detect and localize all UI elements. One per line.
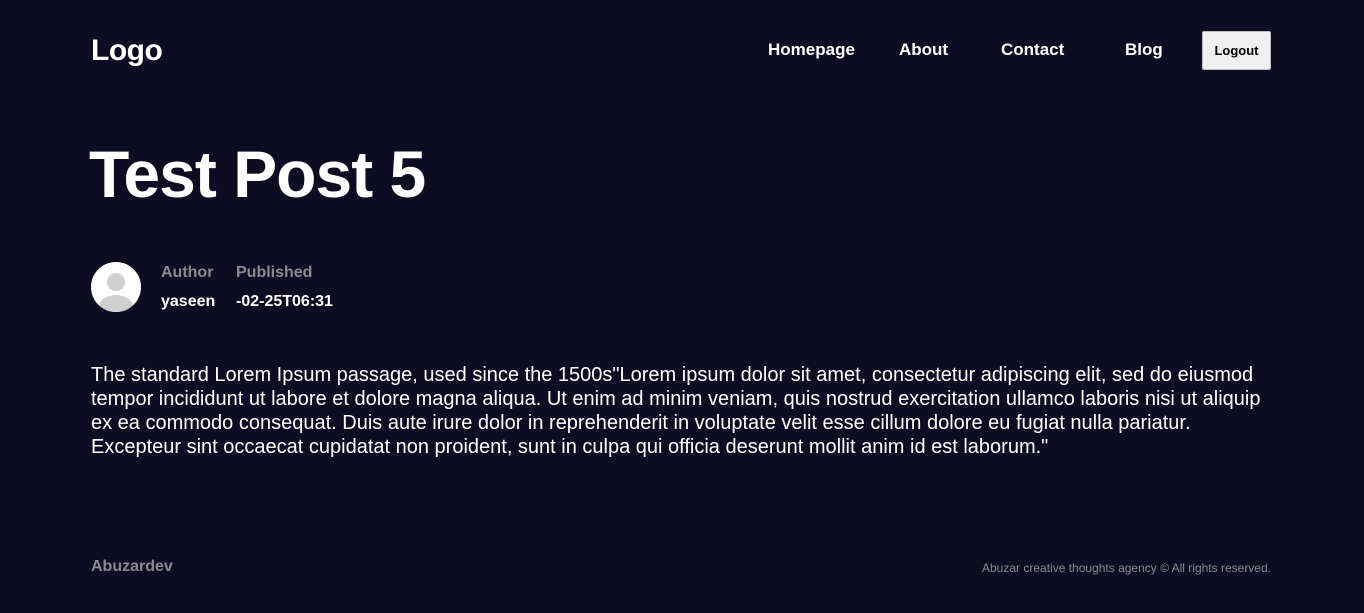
nav-link-contact[interactable]: Contact [1001, 40, 1064, 60]
footer-copyright: Abuzar creative thoughts agency © All ri… [982, 561, 1271, 575]
post-title: Test Post 5 [89, 137, 426, 211]
footer-brand: Abuzardev [91, 558, 173, 575]
logout-button[interactable]: Logout [1202, 31, 1271, 70]
published-label: Published [236, 264, 313, 281]
user-avatar-icon [91, 262, 141, 312]
page: Logo Homepage About Contact Blog Logout … [0, 0, 1364, 613]
published-date: -02-25T06:31 [236, 293, 333, 310]
author-name: yaseen [161, 293, 216, 310]
nav-link-blog[interactable]: Blog [1125, 40, 1163, 60]
author-label: Author [161, 264, 214, 281]
post-body: The standard Lorem Ipsum passage, used s… [91, 364, 1261, 458]
site-logo[interactable]: Logo [91, 33, 163, 69]
nav-link-homepage[interactable]: Homepage [768, 40, 855, 60]
nav-link-about[interactable]: About [899, 40, 948, 60]
